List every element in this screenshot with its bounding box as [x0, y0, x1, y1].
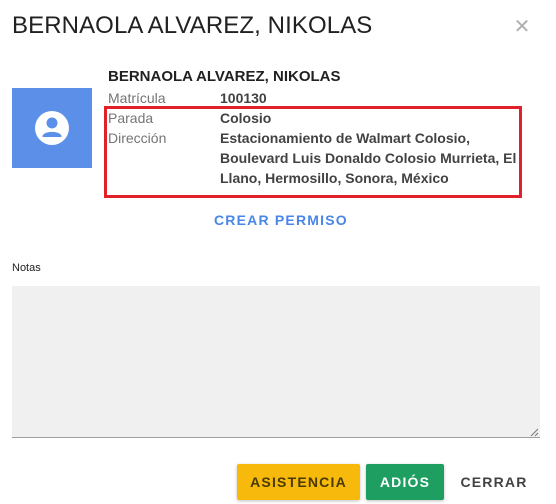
matricula-value: 100130	[220, 90, 267, 106]
cerrar-button[interactable]: CERRAR	[452, 464, 536, 500]
matricula-label: Matrícula	[108, 90, 166, 106]
crear-permiso-button[interactable]: CREAR PERMISO	[214, 212, 348, 228]
adios-button[interactable]: ADIÓS	[366, 464, 444, 500]
user-avatar-icon	[12, 88, 92, 168]
resize-grip-icon[interactable]	[530, 428, 539, 437]
close-icon[interactable]: ✕	[510, 14, 534, 38]
asistencia-button[interactable]: ASISTENCIA	[237, 464, 360, 500]
dialog-title: BERNAOLA ALVAREZ, NIKOLAS	[12, 12, 373, 39]
notas-label: Notas	[12, 262, 41, 274]
student-name: BERNAOLA ALVAREZ, NIKOLAS	[108, 68, 341, 85]
highlight-box	[104, 106, 522, 198]
notas-textarea[interactable]	[12, 286, 540, 438]
